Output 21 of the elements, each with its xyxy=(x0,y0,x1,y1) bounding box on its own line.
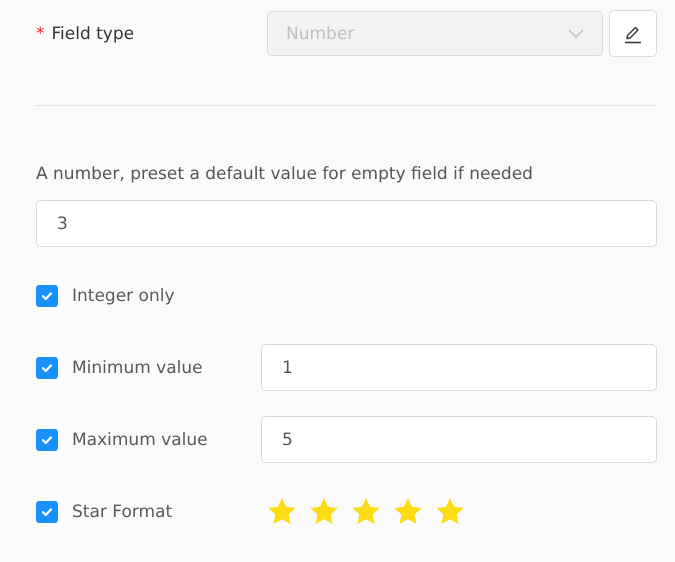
checkbox[interactable] xyxy=(36,500,58,522)
option-label: Star Format xyxy=(72,502,172,522)
option-label: Integer only xyxy=(72,286,175,306)
star-icon xyxy=(393,497,423,526)
checkbox[interactable] xyxy=(36,428,58,450)
default-value-field[interactable]: 3 xyxy=(36,200,657,247)
star-icon xyxy=(309,497,339,526)
description-text: A number, preset a default value for empty field if needed xyxy=(36,164,534,184)
number-field[interactable]: 5 xyxy=(261,416,657,463)
required-mark: * xyxy=(36,24,44,44)
field-label: Field type xyxy=(52,24,134,44)
checkbox[interactable] xyxy=(36,356,58,378)
edit-button[interactable] xyxy=(609,10,657,57)
star-icon xyxy=(351,497,381,526)
chevron-down-icon xyxy=(568,28,584,38)
option-label: Minimum value xyxy=(72,358,203,378)
star-icon xyxy=(435,497,465,526)
option-label: Maximum value xyxy=(72,430,208,450)
checkbox[interactable] xyxy=(36,284,58,306)
number-field[interactable]: 1 xyxy=(261,344,657,391)
star-icon xyxy=(267,497,297,526)
